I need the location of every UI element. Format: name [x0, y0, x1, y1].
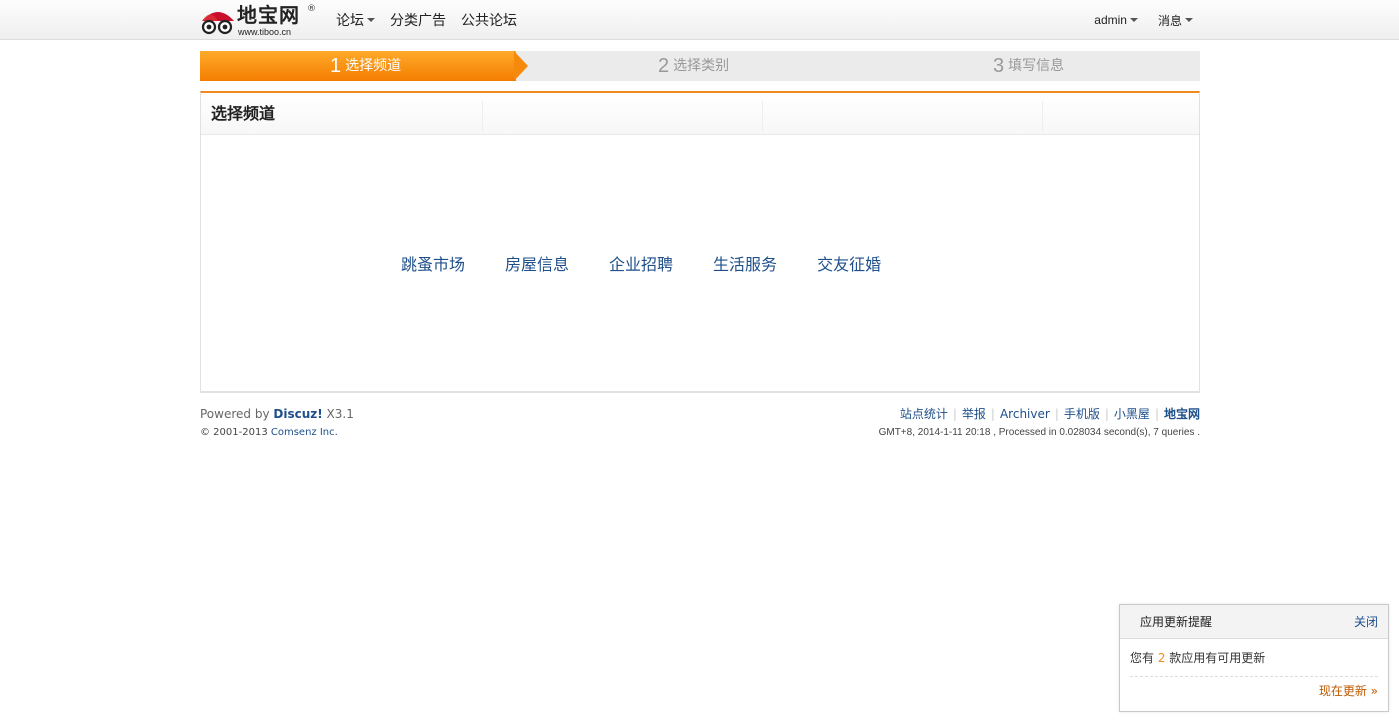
footer-link-archiver[interactable]: Archiver	[1000, 406, 1050, 422]
logo-text: 地宝网	[237, 3, 300, 27]
messages-label: 消息	[1157, 13, 1182, 28]
notice-close-button[interactable]: 关闭	[1354, 605, 1378, 639]
nav-forum-label: 论坛	[336, 13, 364, 29]
footer-link-blacklist[interactable]: 小黑屋	[1114, 406, 1150, 422]
channel-dating[interactable]: 交友征婚	[817, 251, 881, 275]
discuz-link[interactable]: Discuz!	[273, 407, 322, 421]
main-nav: 论坛 分类广告 公共论坛	[336, 0, 517, 40]
notice-text-suffix: 款应用有可用更新	[1165, 651, 1266, 665]
channel-jobs[interactable]: 企业招聘	[609, 251, 673, 275]
step-3: 3 填写信息	[993, 51, 1064, 81]
comsenz-link[interactable]: Comsenz Inc.	[271, 427, 338, 438]
divider	[1042, 101, 1043, 131]
channel-housing[interactable]: 房屋信息	[505, 251, 569, 275]
step-label: 填写信息	[1008, 58, 1065, 74]
step-label: 选择类别	[673, 58, 730, 74]
nav-forum[interactable]: 论坛	[336, 10, 375, 30]
step-number: 3	[993, 55, 1005, 77]
divider	[762, 101, 763, 131]
step-2: 2 选择类别	[658, 51, 729, 81]
notice-title: 应用更新提醒	[1140, 615, 1213, 629]
powered-by: Powered by Discuz! X3.1	[200, 406, 354, 422]
footer-links: 站点统计 | 举报 | Archiver | 手机版 | 小黑屋 | 地宝网	[879, 406, 1200, 422]
footer-link-mobile[interactable]: 手机版	[1064, 406, 1100, 422]
copyright: © 2001-2013 Comsenz Inc.	[200, 426, 354, 440]
copyright-prefix: © 2001-2013	[200, 427, 271, 438]
logo-registered-mark: ®	[307, 4, 316, 14]
footer-meta: GMT+8, 2014-1-11 20:18 , Processed in 0.…	[878, 427, 1200, 438]
footer-link-stats[interactable]: 站点统计	[900, 406, 948, 422]
separator: |	[1104, 407, 1109, 421]
panel-header: 选择频道	[201, 93, 1199, 135]
site-logo[interactable]: 地宝网 ® www.tiboo.cn	[200, 3, 320, 37]
panel-title: 选择频道	[211, 104, 276, 123]
user-menu[interactable]: admin	[1094, 13, 1138, 27]
update-notice-popup: 应用更新提醒 关闭 您有 2 款应用有可用更新 现在更新 »	[1119, 604, 1389, 712]
separator: |	[1054, 407, 1059, 421]
step-number: 1	[330, 55, 342, 77]
user-area: admin 消息	[1094, 0, 1193, 40]
powered-prefix: Powered by	[200, 407, 274, 421]
separator: |	[952, 407, 957, 421]
update-now-link[interactable]: 现在更新 »	[1130, 682, 1378, 700]
separator: |	[990, 407, 995, 421]
nav-classifieds[interactable]: 分类广告	[390, 10, 446, 30]
channel-flea-market[interactable]: 跳蚤市场	[401, 251, 465, 275]
step-progress: 1 选择频道 2 选择类别 3 填写信息	[200, 51, 1200, 81]
caret-down-icon	[1185, 18, 1193, 22]
footer-link-home[interactable]: 地宝网	[1164, 406, 1200, 422]
nav-classifieds-label: 分类广告	[390, 13, 446, 29]
channel-services[interactable]: 生活服务	[713, 251, 777, 275]
notice-text-prefix: 您有	[1130, 651, 1158, 665]
step-1: 1 选择频道	[330, 51, 401, 81]
divider	[1130, 676, 1378, 677]
footer-links-area: 站点统计 | 举报 | Archiver | 手机版 | 小黑屋 | 地宝网 GMT+8,…	[879, 406, 1200, 440]
caret-down-icon	[1129, 18, 1138, 22]
umbrella-logo-icon	[201, 12, 234, 35]
notice-header: 应用更新提醒 关闭	[1120, 605, 1388, 639]
nav-public-forum-label: 公共论坛	[461, 13, 517, 29]
footer-link-report[interactable]: 举报	[962, 406, 986, 422]
step-label: 选择频道	[345, 58, 402, 74]
step-arrow	[514, 51, 528, 81]
powered-version: X3.1	[322, 407, 354, 421]
channel-list: 跳蚤市场 房屋信息 企业招聘 生活服务 交友征婚	[401, 251, 881, 275]
notice-body: 您有 2 款应用有可用更新 现在更新 »	[1120, 639, 1388, 710]
divider	[482, 101, 483, 131]
top-bar: 地宝网 ® www.tiboo.cn 论坛 分类广告 公共论坛 admin 消息	[0, 0, 1399, 40]
messages-menu[interactable]: 消息	[1158, 12, 1193, 29]
caret-down-icon	[367, 18, 375, 22]
nav-public-forum[interactable]: 公共论坛	[461, 10, 517, 30]
username: admin	[1094, 13, 1127, 27]
separator: |	[1154, 407, 1159, 421]
channel-panel: 选择频道 跳蚤市场 房屋信息 企业招聘 生活服务 交友征婚	[200, 91, 1200, 393]
footer-credits: Powered by Discuz! X3.1 © 2001-2013 Coms…	[200, 406, 354, 440]
notice-message: 您有 2 款应用有可用更新	[1130, 649, 1378, 667]
step-number: 2	[658, 55, 670, 77]
logo-url: www.tiboo.cn	[238, 27, 292, 37]
